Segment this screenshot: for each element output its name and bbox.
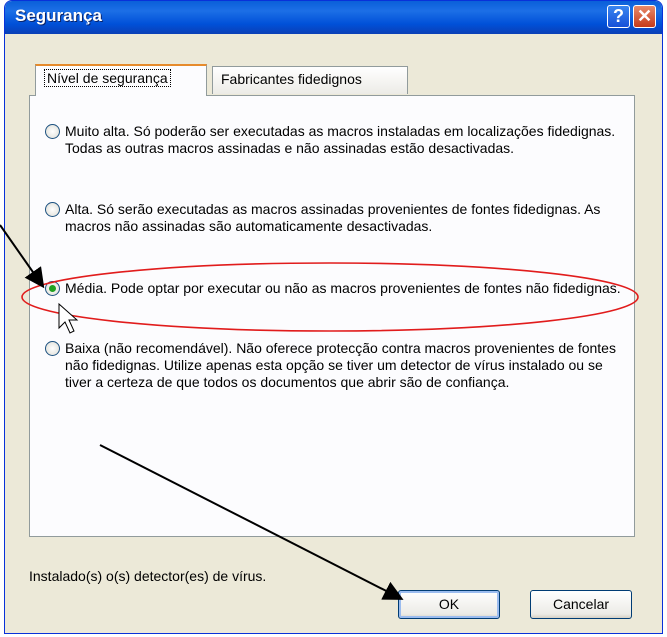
security-dialog: Segurança ? ✕ Nível de segurança Fabrica… (4, 0, 663, 634)
close-button[interactable]: ✕ (633, 5, 656, 28)
option-high-label: Alta. Só serão executadas as macros assi… (65, 201, 601, 234)
window-title: Segurança (15, 6, 102, 25)
tab-security-level[interactable]: Nível de segurança (35, 64, 207, 96)
help-button[interactable]: ? (607, 5, 630, 28)
option-very-high-label: Muito alta. Só poderão ser executadas as… (65, 123, 616, 156)
radio-very-high[interactable] (45, 124, 60, 139)
cancel-button[interactable]: Cancelar (530, 590, 632, 619)
radio-high[interactable] (45, 202, 60, 217)
tab-trusted-publishers[interactable]: Fabricantes fidedignos (212, 66, 408, 94)
option-low-label: Baixa (não recomendável). Não oferece pr… (65, 340, 616, 390)
virus-scanner-status: Instalado(s) o(s) detector(es) de vírus. (29, 568, 267, 584)
ok-button[interactable]: OK (398, 590, 500, 619)
tab-trusted-publishers-label: Fabricantes fidedignos (221, 71, 362, 87)
option-medium-label: Média. Pode optar por executar ou não as… (65, 280, 621, 296)
radio-medium[interactable] (45, 281, 60, 296)
radio-low[interactable] (45, 341, 60, 356)
security-level-panel: Muito alta. Só poderão ser executadas as… (29, 95, 635, 537)
tab-security-level-label: Nível de segurança (44, 69, 171, 87)
title-bar[interactable]: Segurança ? ✕ (5, 1, 662, 34)
